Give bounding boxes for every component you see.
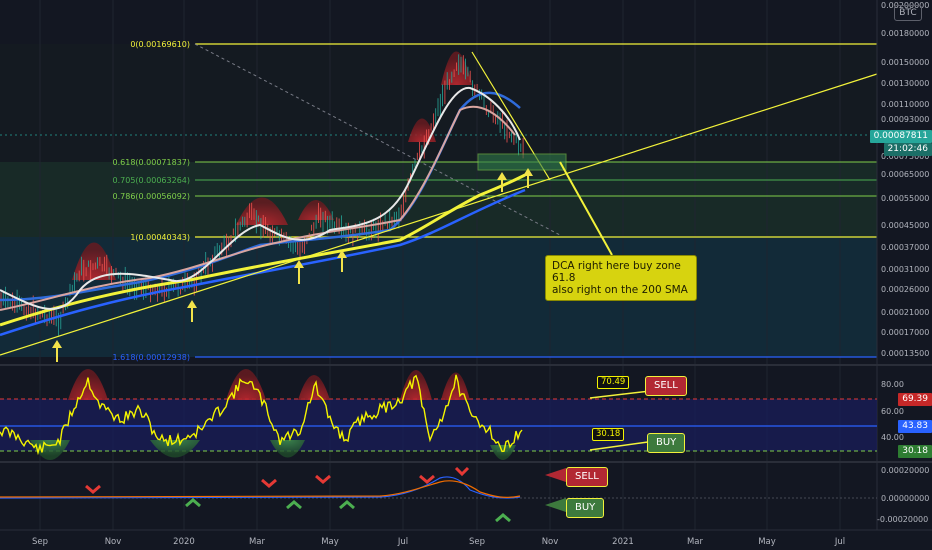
fib-label-618: 0.618(0.00071837) <box>113 158 191 167</box>
svg-text:Sep: Sep <box>32 537 48 547</box>
buy-zone-box <box>477 153 567 171</box>
current-price-label: 0.00087811 <box>869 130 932 143</box>
currency-selector[interactable]: BTC <box>894 5 922 21</box>
svg-text:80.00: 80.00 <box>881 380 904 389</box>
rsi-low-label: 30.18 <box>898 445 932 458</box>
svg-text:2021: 2021 <box>612 537 634 547</box>
svg-text:-0.00020000: -0.00020000 <box>877 515 928 524</box>
svg-text:0.00055000: 0.00055000 <box>881 194 929 203</box>
svg-text:May: May <box>321 537 339 547</box>
svg-text:0.00031000: 0.00031000 <box>881 265 929 274</box>
macd-sell-pointer <box>545 468 566 482</box>
svg-text:Mar: Mar <box>687 537 704 547</box>
svg-text:0.00037000: 0.00037000 <box>881 243 929 252</box>
macd-sell-marks <box>85 466 470 494</box>
rsi-current-label: 43.83 <box>898 420 932 433</box>
svg-text:0.00065000: 0.00065000 <box>881 170 929 179</box>
svg-text:0.00021000: 0.00021000 <box>881 308 929 317</box>
time-axis: Sep Nov 2020 Mar May Jul Sep Nov 2021 Ma… <box>32 537 845 547</box>
macd-buy-marks <box>185 498 511 523</box>
macd-sell-tag[interactable]: SELL <box>566 467 608 487</box>
macd-line <box>0 476 521 499</box>
macd-signal-line <box>0 480 521 498</box>
svg-text:Nov: Nov <box>542 537 559 547</box>
dca-note[interactable]: DCA right here buy zone 61.8 also right … <box>545 255 697 301</box>
rsi-buy-value: 30.18 <box>592 428 625 441</box>
svg-text:Jul: Jul <box>834 537 845 547</box>
svg-text:0.00013500: 0.00013500 <box>881 349 929 358</box>
svg-text:40.00: 40.00 <box>881 433 904 442</box>
rsi-tops <box>68 369 470 400</box>
fib-label-1: 1(0.00040343) <box>130 233 190 242</box>
rsi-buy-tag[interactable]: BUY <box>647 433 686 453</box>
svg-text:0.00045000: 0.00045000 <box>881 221 929 230</box>
svg-text:2020: 2020 <box>173 537 195 547</box>
rsi-sell-tag[interactable]: SELL <box>645 376 687 396</box>
svg-text:Jul: Jul <box>397 537 408 547</box>
svg-text:0.00017000: 0.00017000 <box>881 328 929 337</box>
macd-buy-tag[interactable]: BUY <box>566 498 605 518</box>
macd-buy-pointer <box>545 498 566 512</box>
fib-label-705: 0.705(0.00063264) <box>113 176 191 185</box>
fib-zone-top <box>0 44 877 162</box>
fib-label-786: 0.786(0.00056092) <box>113 192 191 201</box>
svg-text:May: May <box>758 537 776 547</box>
svg-text:0.00000000: 0.00000000 <box>881 494 929 503</box>
svg-text:0.00026000: 0.00026000 <box>881 285 929 294</box>
price-chart[interactable]: 0(0.00169610) 0.618(0.00071837) 0.705(0.… <box>0 0 932 550</box>
svg-text:0.00093000: 0.00093000 <box>881 115 929 124</box>
svg-text:Mar: Mar <box>249 537 266 547</box>
fib-label-0: 0(0.00169610) <box>130 40 190 49</box>
svg-text:Nov: Nov <box>105 537 122 547</box>
dca-note-line2: also right on the 200 SMA <box>552 284 688 296</box>
svg-text:Sep: Sep <box>469 537 485 547</box>
rsi-overbought-label: 69.39 <box>898 393 932 406</box>
rsi-sell-value: 70.49 <box>597 376 630 389</box>
dca-note-line1: DCA right here buy zone 61.8 <box>552 260 681 284</box>
svg-text:0.00110000: 0.00110000 <box>881 100 929 109</box>
svg-text:0.00020000: 0.00020000 <box>881 466 929 475</box>
svg-text:0.00150000: 0.00150000 <box>881 58 929 67</box>
svg-text:0.00180000: 0.00180000 <box>881 29 929 38</box>
bar-countdown: 21:02:46 <box>883 143 932 156</box>
fib-label-1618: 1.618(0.00012938) <box>113 353 191 362</box>
svg-text:0.00130000: 0.00130000 <box>881 79 929 88</box>
svg-text:60.00: 60.00 <box>881 407 904 416</box>
